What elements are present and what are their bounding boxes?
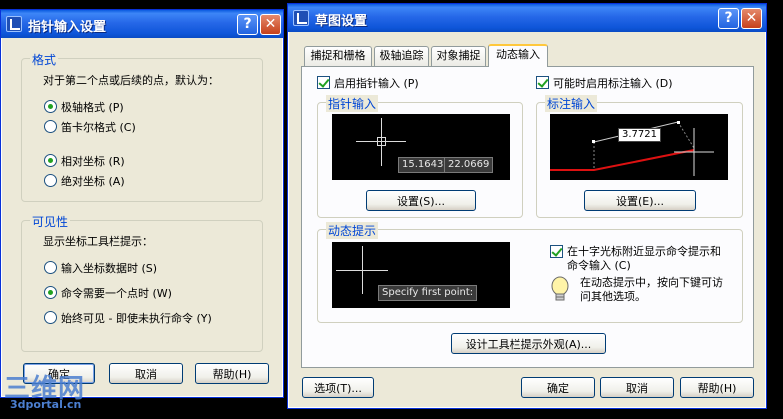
polar-format-label[interactable]: 极轴格式 (P) bbox=[61, 99, 124, 115]
cancel-button[interactable]: 取消 bbox=[109, 363, 183, 384]
command-prompt-tooltip: Specify first point: bbox=[378, 285, 478, 301]
close-icon[interactable]: ✕ bbox=[741, 8, 762, 29]
crosshair-vertical bbox=[362, 246, 363, 294]
enable-dimension-input-label[interactable]: 可能时启用标注输入 (D) bbox=[553, 75, 673, 91]
visibility-group-label: 可见性 bbox=[30, 213, 71, 230]
pointer-input-preview: 15.1643 22.0669 bbox=[332, 114, 510, 180]
tab-snap-and-grid[interactable]: 捕捉和栅格 bbox=[304, 46, 372, 66]
ok-button[interactable]: 确定 bbox=[521, 377, 595, 398]
tab-object-snap[interactable]: 对象捕捉 bbox=[431, 46, 486, 66]
crosshair-pickbox bbox=[377, 137, 386, 146]
autocad-app-icon bbox=[293, 10, 309, 26]
dialog-title: 指针输入设置 bbox=[28, 20, 107, 35]
dialog-title: 草图设置 bbox=[315, 14, 368, 29]
polar-format-radio[interactable] bbox=[44, 100, 57, 113]
cancel-button[interactable]: 取消 bbox=[600, 377, 674, 398]
help-title-button[interactable]: ? bbox=[237, 14, 258, 35]
enable-pointer-input-checkbox[interactable] bbox=[317, 76, 330, 89]
show-prompts-label-line2[interactable]: 命令输入 (C) bbox=[567, 257, 631, 273]
enable-pointer-input-label[interactable]: 启用指针输入 (P) bbox=[334, 75, 419, 91]
format-description: 对于第二个点或后续的点，默认为： bbox=[43, 74, 219, 87]
lightbulb-icon bbox=[551, 276, 569, 301]
tooltip-appearance-button[interactable]: 设计工具栏提示外观(A)... bbox=[451, 333, 606, 354]
pointer-input-settings-dialog: 指针输入设置 ? ✕ 格式 对于第二个点或后续的点，默认为： 极轴格式 (P) … bbox=[0, 9, 284, 398]
dimension-preview-graphic bbox=[550, 121, 714, 176]
always-visible-label[interactable]: 始终可见 - 即使未执行命令 (Y) bbox=[61, 310, 212, 326]
enable-dimension-input-checkbox[interactable] bbox=[536, 76, 549, 89]
hint-text-line2: 问其他选项。 bbox=[580, 290, 646, 303]
options-button[interactable]: 选项(T)... bbox=[302, 377, 374, 398]
drafting-settings-dialog: 草图设置 ? ✕ 捕捉和栅格 极轴追踪 对象捕捉 动态输入 启用指针输入 (P)… bbox=[287, 3, 767, 409]
on-point-request-label[interactable]: 命令需要一个点时 (W) bbox=[61, 285, 172, 301]
coord-tooltip-x: 15.1643 bbox=[398, 157, 448, 173]
help-button[interactable]: 帮助(H) bbox=[195, 363, 269, 384]
dimension-value-box: 3.7721 bbox=[618, 128, 661, 142]
title-bar[interactable]: 指针输入设置 ? ✕ bbox=[1, 10, 283, 38]
autocad-app-icon bbox=[6, 16, 22, 32]
close-icon[interactable]: ✕ bbox=[260, 14, 281, 35]
help-button[interactable]: 帮助(H) bbox=[680, 377, 754, 398]
help-title-button[interactable]: ? bbox=[718, 8, 739, 29]
absolute-coords-radio[interactable] bbox=[44, 174, 57, 187]
dynamic-prompt-group-label: 动态提示 bbox=[326, 222, 379, 239]
coord-tooltip-y: 22.0669 bbox=[444, 157, 494, 173]
on-coord-input-radio[interactable] bbox=[44, 261, 57, 274]
relative-coords-radio[interactable] bbox=[44, 154, 57, 167]
relative-coords-label[interactable]: 相对坐标 (R) bbox=[61, 153, 125, 169]
tab-dynamic-input[interactable]: 动态输入 bbox=[488, 44, 548, 67]
tab-polar-tracking[interactable]: 极轴追踪 bbox=[374, 46, 429, 66]
cartesian-format-radio[interactable] bbox=[44, 120, 57, 133]
pointer-settings-button[interactable]: 设置(S)... bbox=[366, 190, 476, 211]
on-coord-input-label[interactable]: 输入坐标数据时 (S) bbox=[61, 260, 157, 276]
watermark-url: 3dportal.cn bbox=[10, 398, 82, 411]
dimension-settings-button[interactable]: 设置(E)... bbox=[584, 190, 696, 211]
show-prompts-checkbox[interactable] bbox=[550, 245, 563, 258]
pointer-input-group-label: 指针输入 bbox=[326, 95, 379, 112]
format-group-label: 格式 bbox=[30, 51, 59, 68]
dynamic-prompt-preview: Specify first point: bbox=[332, 242, 510, 308]
cartesian-format-label[interactable]: 笛卡尔格式 (C) bbox=[61, 119, 136, 135]
dimension-input-preview: 3.7721 bbox=[550, 114, 728, 180]
visibility-description: 显示坐标工具栏提示： bbox=[43, 235, 153, 248]
absolute-coords-label[interactable]: 绝对坐标 (A) bbox=[61, 173, 125, 189]
dimension-input-group-label: 标注输入 bbox=[545, 95, 598, 112]
on-point-request-radio[interactable] bbox=[44, 286, 57, 299]
title-bar[interactable]: 草图设置 ? ✕ bbox=[288, 4, 766, 32]
always-visible-radio[interactable] bbox=[44, 311, 57, 324]
